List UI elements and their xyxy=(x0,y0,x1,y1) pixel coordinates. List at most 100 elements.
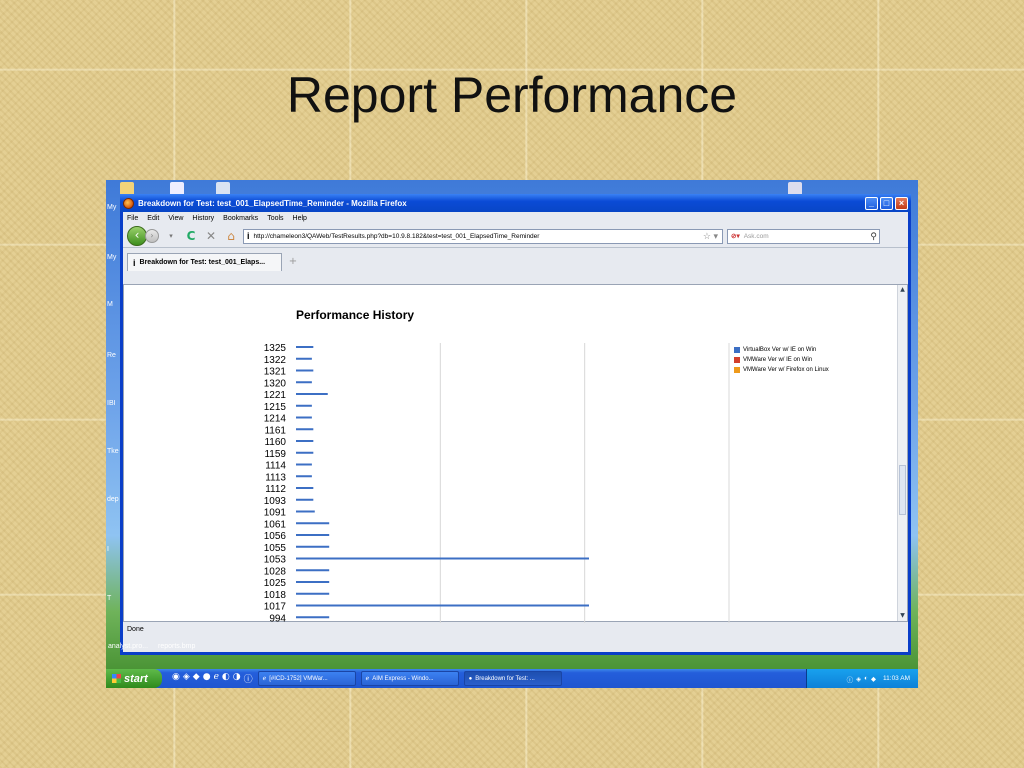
close-button[interactable]: × xyxy=(895,196,908,210)
info-icon[interactable]: i xyxy=(247,231,250,241)
tray-icon[interactable]: ◐ xyxy=(864,675,868,682)
tray-icon[interactable]: ◆ xyxy=(871,675,876,683)
desktop-icon-label[interactable]: dep xyxy=(107,496,119,503)
desktop-icon-label[interactable]: M xyxy=(107,301,113,308)
bar xyxy=(296,498,314,501)
legend-swatch xyxy=(734,357,740,363)
desktop-icon-label[interactable]: I xyxy=(107,546,109,553)
y-tick-label: 1325 xyxy=(264,343,287,354)
back-arrow-icon[interactable]: ‹ xyxy=(127,226,147,246)
y-tick-label: 1028 xyxy=(264,566,287,577)
tab-strip: i Breakdown for Test: test_001_Elaps... … xyxy=(123,247,908,271)
menu-history[interactable]: History xyxy=(192,215,214,222)
desktop-icon-label[interactable]: My xyxy=(107,204,116,211)
y-tick-label: 1112 xyxy=(265,484,286,495)
legend-label: VMWare Ver w/ Firefox on Linux xyxy=(743,367,829,373)
menu-file[interactable]: File xyxy=(127,215,138,222)
ie-icon: ℯ xyxy=(262,676,267,682)
bar xyxy=(296,522,330,525)
search-engine-icon[interactable]: ⊘▾ xyxy=(731,232,740,240)
start-button[interactable]: start xyxy=(106,669,162,688)
legend-label: VMWare Ver w/ IE on Win xyxy=(743,357,813,363)
y-tick-label: 1055 xyxy=(264,543,287,554)
y-tick-label: 1214 xyxy=(264,414,287,425)
minimize-button[interactable]: _ xyxy=(865,196,878,210)
scroll-down-icon[interactable]: ▼ xyxy=(898,611,907,621)
taskbar-item[interactable]: ℯ AIM Express - Windo... xyxy=(360,671,459,686)
info-icon[interactable]: ⓘ xyxy=(244,672,253,685)
firefox-icon[interactable]: ● xyxy=(203,672,211,685)
scroll-up-icon[interactable]: ▲ xyxy=(898,285,907,295)
y-tick-label: 1322 xyxy=(264,355,287,366)
navigation-toolbar: ‹ › ▾ C ✕ ⌂ i http://chameleon3/QAWeb/Te… xyxy=(123,225,908,247)
ie-icon[interactable]: ℯ xyxy=(214,672,219,685)
desktop-icon-label[interactable]: Tke xyxy=(107,448,119,455)
taskbar-item-label: Breakdown for Test: ... xyxy=(475,675,535,682)
desktop-icon-label[interactable]: IBI xyxy=(107,400,116,407)
tab-breakdown[interactable]: i Breakdown for Test: test_001_Elaps... xyxy=(127,253,282,271)
bar xyxy=(296,346,314,348)
desktop-icon-label[interactable]: My xyxy=(107,254,116,261)
y-tick-label: 1161 xyxy=(264,425,286,436)
desktop-icon-label[interactable]: reports.bmp xyxy=(158,643,195,650)
menu-bookmarks[interactable]: Bookmarks xyxy=(223,215,258,222)
y-tick-label: 1053 xyxy=(264,555,287,566)
bar xyxy=(296,369,314,372)
url-text: http://chameleon3/QAWeb/TestResults.php?… xyxy=(253,232,540,240)
desktop-icon-label[interactable]: analyst.pro... xyxy=(108,643,148,650)
home-icon[interactable]: ⌂ xyxy=(223,229,239,243)
scroll-thumb[interactable] xyxy=(899,465,906,515)
taskbar-item-label: [#ICD-1752] VMWar... xyxy=(269,675,328,682)
legend-item: VMWare Ver w/ Firefox on Linux xyxy=(734,365,829,375)
menu-edit[interactable]: Edit xyxy=(147,215,159,222)
firefox-icon xyxy=(123,197,134,209)
legend-swatch xyxy=(734,367,740,373)
vertical-scrollbar[interactable]: ▲ ▼ xyxy=(897,285,907,621)
taskbar-item-label: AIM Express - Windo... xyxy=(372,675,434,682)
legend-item: VMWare Ver w/ IE on Win xyxy=(734,355,829,365)
taskbar-item[interactable]: ● Breakdown for Test: ... xyxy=(463,671,562,686)
maximize-button[interactable]: □ xyxy=(880,196,893,210)
start-label: start xyxy=(124,672,148,685)
url-bar[interactable]: i http://chameleon3/QAWeb/TestResults.ph… xyxy=(243,228,723,244)
magnifier-icon[interactable]: ⚲ xyxy=(870,231,877,242)
tray-icon[interactable]: ◈ xyxy=(856,675,861,683)
forward-arrow-icon[interactable]: › xyxy=(145,229,159,243)
firefox-window: Breakdown for Test: test_001_ElapsedTime… xyxy=(120,194,911,655)
search-input[interactable]: ⊘▾ Ask.com ⚲ xyxy=(727,228,880,244)
quick-launch-icon[interactable]: ◐ xyxy=(222,672,230,685)
tray-icon[interactable]: ⓘ xyxy=(847,674,854,684)
menu-help[interactable]: Help xyxy=(293,215,307,222)
bar xyxy=(296,592,330,595)
y-tick-label: 1061 xyxy=(264,519,287,530)
bar xyxy=(296,581,330,583)
window-titlebar[interactable]: Breakdown for Test: test_001_ElapsedTime… xyxy=(120,194,911,212)
desktop-icon-label[interactable]: T xyxy=(107,595,111,602)
menu-view[interactable]: View xyxy=(168,215,183,222)
y-tick-label: 1320 xyxy=(264,378,287,389)
quick-launch-icon[interactable]: ◑ xyxy=(233,672,241,685)
bar xyxy=(296,451,314,454)
bar xyxy=(296,534,330,536)
new-tab-button[interactable]: + xyxy=(282,253,304,271)
taskbar-item[interactable]: ℯ [#ICD-1752] VMWar... xyxy=(257,671,356,686)
quick-launch-icon[interactable]: ◉ xyxy=(172,672,180,685)
quick-launch-icon[interactable]: ◆ xyxy=(193,672,200,685)
stop-icon[interactable]: ✕ xyxy=(203,229,219,243)
quick-launch-icon[interactable]: ◈ xyxy=(183,672,190,685)
bar xyxy=(296,404,312,407)
legend-label: VirtualBox Ver w/ IE on Win xyxy=(743,347,817,353)
desktop-icon-label[interactable]: Re xyxy=(107,352,116,359)
menu-tools[interactable]: Tools xyxy=(267,215,283,222)
chart-legend: VirtualBox Ver w/ IE on Win VMWare Ver w/… xyxy=(734,345,829,375)
history-dropdown-icon[interactable]: ▾ xyxy=(163,232,179,240)
screenshot: My My M Re IBI Tke dep I T Breakdown for Test: t… xyxy=(106,180,918,688)
reload-icon[interactable]: C xyxy=(183,229,199,243)
bar xyxy=(296,440,314,442)
star-icon[interactable]: ☆ ▾ xyxy=(703,231,718,242)
bar xyxy=(296,416,312,419)
y-tick-label: 1215 xyxy=(264,402,287,413)
info-icon: i xyxy=(133,257,136,268)
legend-swatch xyxy=(734,347,740,353)
performance-chart: 1325132213211320122112151214116111601159… xyxy=(264,343,730,623)
